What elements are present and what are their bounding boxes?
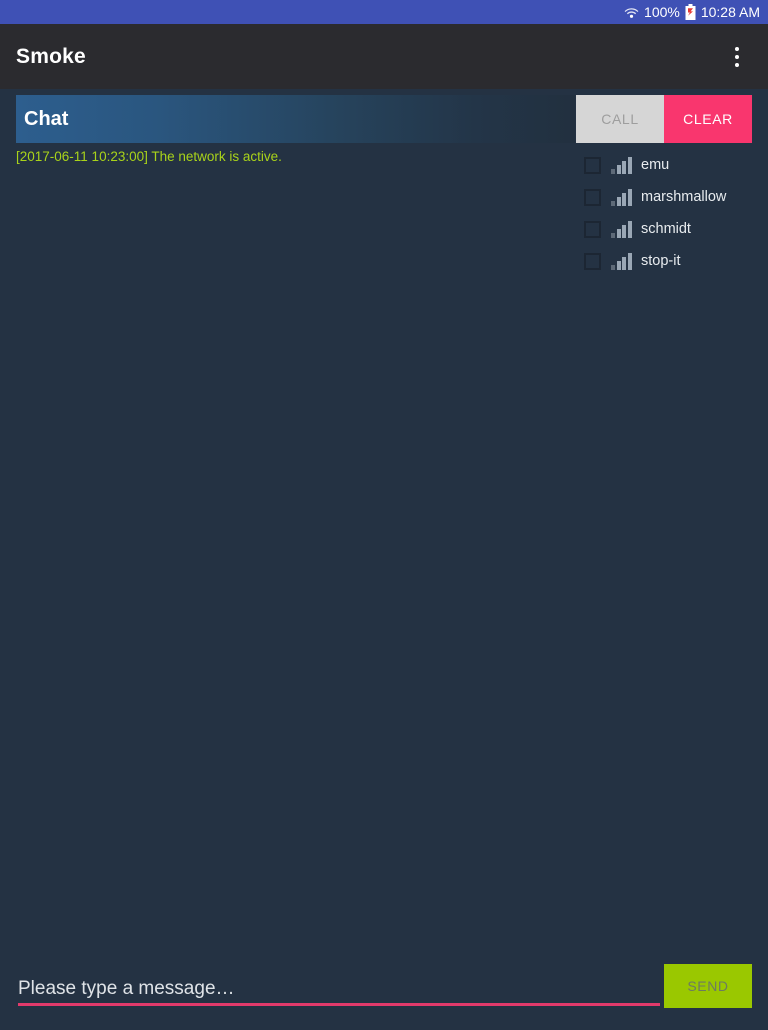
participant-name: emu [641,157,670,173]
overflow-dot [735,46,739,51]
message-input[interactable] [18,974,660,1006]
participant-checkbox[interactable] [584,220,601,238]
battery-unknown-icon [685,4,696,20]
overflow-menu-icon[interactable] [722,35,752,79]
status-bar-indicators: 100% 10:28 AM [624,4,760,20]
chat-section-header: Chat [16,95,575,143]
signal-bars-icon [611,220,633,238]
list-item[interactable]: stop-it [578,245,768,277]
clock-label: 10:28 AM [700,4,760,20]
chat-toolbar: Chat CALL CLEAR [0,95,768,143]
participant-checkbox[interactable] [584,252,601,270]
call-button[interactable]: CALL [576,95,664,143]
message-input-wrapper [18,974,660,1012]
send-button[interactable]: SEND [664,964,752,1008]
participant-name: schmidt [641,221,691,237]
participant-name: stop-it [641,253,681,269]
wifi-icon [624,6,639,19]
list-item[interactable]: marshmallow [578,181,768,213]
overflow-dot [735,62,739,67]
chat-section-title: Chat [24,107,69,130]
battery-percent-label: 100% [644,4,680,20]
participant-checkbox[interactable] [584,188,601,206]
network-status-message: [2017-06-11 10:23:00] The network is act… [16,149,282,164]
message-compose-bar [0,962,768,1024]
participant-list: emu marshmallow schmidt stop-it [578,149,768,277]
app-bar: Smoke [0,24,768,89]
list-item[interactable]: emu [578,149,768,181]
signal-bars-icon [611,156,633,174]
status-bar: 100% 10:28 AM [0,0,768,24]
participant-checkbox[interactable] [584,156,601,174]
clear-button[interactable]: CLEAR [664,95,752,143]
main-content: Chat CALL CLEAR [2017-06-11 10:23:00] Th… [0,95,768,1030]
app-title: Smoke [16,44,86,68]
participant-name: marshmallow [641,189,727,205]
signal-bars-icon [611,188,633,206]
list-item[interactable]: schmidt [578,213,768,245]
overflow-dot [735,54,739,59]
signal-bars-icon [611,252,633,270]
